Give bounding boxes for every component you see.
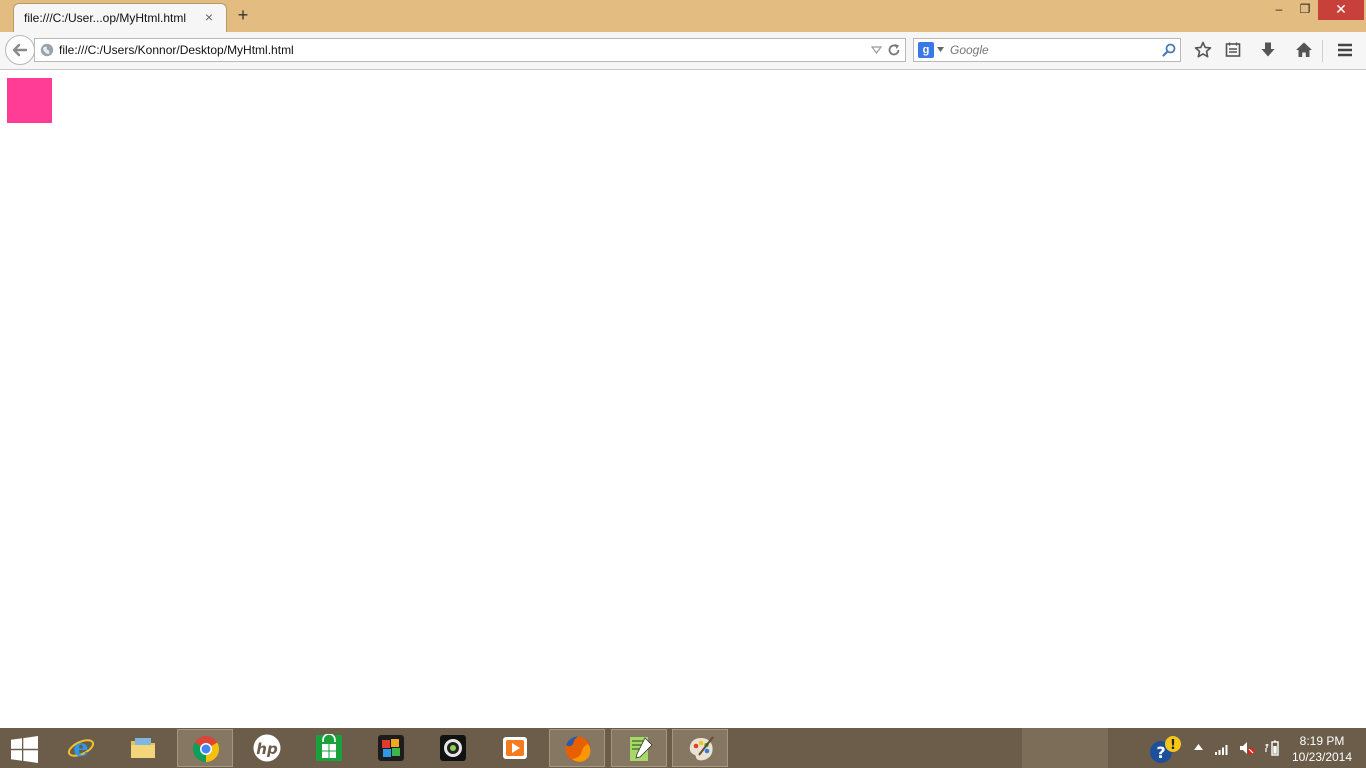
minimize-button[interactable]: – xyxy=(1266,0,1292,20)
folder-icon xyxy=(131,738,155,758)
taskbar-highlight xyxy=(1022,728,1108,768)
chevron-down-icon[interactable] xyxy=(937,47,944,52)
notepad-icon xyxy=(630,737,653,761)
taskbar-windows-store[interactable] xyxy=(301,729,357,767)
windows-logo-icon xyxy=(11,736,38,763)
svg-text:hp: hp xyxy=(256,740,278,758)
volume-muted-icon[interactable] xyxy=(1239,740,1255,756)
reading-list-icon[interactable] xyxy=(1224,41,1242,59)
page-content xyxy=(0,71,1366,728)
tab-title: file:///C:/User...op/MyHtml.html xyxy=(24,11,187,25)
webcam-icon xyxy=(440,735,466,761)
taskbar-file-explorer[interactable] xyxy=(115,729,171,767)
clock-time: 8:19 PM xyxy=(1299,734,1345,748)
search-placeholder[interactable]: Google xyxy=(950,43,989,57)
paint-palette-icon xyxy=(689,736,714,761)
restore-button[interactable]: ❐ xyxy=(1292,0,1318,20)
search-icon[interactable] xyxy=(1162,43,1176,57)
system-clock[interactable]: 8:19 PM 10/23/2014 xyxy=(1282,733,1362,765)
taskbar-camera-app[interactable] xyxy=(425,729,481,767)
video-play-icon xyxy=(503,737,527,759)
hp-logo-icon: hp xyxy=(253,734,281,762)
dropmarker-icon[interactable] xyxy=(871,45,882,55)
chevron-up-icon[interactable] xyxy=(1194,743,1203,750)
search-bar[interactable]: g Google xyxy=(913,38,1181,62)
browser-tab[interactable]: file:///C:/User...op/MyHtml.html × xyxy=(13,3,227,32)
svg-text:e: e xyxy=(73,734,88,762)
pink-square xyxy=(7,78,52,123)
google-logo-icon[interactable]: g xyxy=(918,42,934,58)
taskbar-firefox[interactable] xyxy=(549,729,605,767)
navigation-toolbar: file:///C:/Users/Konnor/Desktop/MyHtml.h… xyxy=(0,32,1366,70)
start-button[interactable] xyxy=(0,729,56,767)
globe-icon xyxy=(40,43,54,57)
taskbar-paint[interactable] xyxy=(672,729,728,767)
download-icon[interactable] xyxy=(1259,41,1277,59)
internet-explorer-icon: e xyxy=(67,734,95,762)
network-signal-icon[interactable] xyxy=(1214,740,1230,756)
taskbar-notepad-plus-plus[interactable] xyxy=(611,729,667,767)
svg-text:?: ? xyxy=(1156,743,1165,762)
close-window-button[interactable]: ✕ xyxy=(1318,0,1364,20)
colorful-puzzle-icon xyxy=(378,735,404,761)
title-bar: file:///C:/User...op/MyHtml.html × + – ❐… xyxy=(0,0,1366,32)
taskbar-video-app[interactable] xyxy=(487,729,543,767)
menu-icon[interactable] xyxy=(1336,41,1354,59)
reload-icon[interactable] xyxy=(887,43,901,57)
battery-power-icon[interactable] xyxy=(1264,740,1280,756)
action-center-warning-icon[interactable]: ? ! xyxy=(1148,735,1182,765)
back-button[interactable] xyxy=(5,35,35,65)
star-icon[interactable] xyxy=(1194,41,1212,59)
taskbar-hp[interactable]: hp xyxy=(239,729,295,767)
toolbar-separator xyxy=(1322,40,1323,62)
clock-date: 10/23/2014 xyxy=(1291,750,1353,764)
taskbar: e hp ? ! 8:19 PM 10/23/2014 xyxy=(0,728,1366,768)
url-text[interactable]: file:///C:/Users/Konnor/Desktop/MyHtml.h… xyxy=(59,43,294,57)
store-icon xyxy=(316,734,342,761)
firefox-icon xyxy=(565,736,591,762)
url-bar[interactable]: file:///C:/Users/Konnor/Desktop/MyHtml.h… xyxy=(34,38,906,62)
svg-text:!: ! xyxy=(1170,738,1176,753)
taskbar-chrome[interactable] xyxy=(177,729,233,767)
chrome-icon xyxy=(192,736,220,763)
taskbar-media-app[interactable] xyxy=(363,729,419,767)
home-icon[interactable] xyxy=(1295,41,1313,59)
taskbar-internet-explorer[interactable]: e xyxy=(53,729,109,767)
back-arrow-icon xyxy=(12,43,28,57)
new-tab-button[interactable]: + xyxy=(234,6,252,24)
tab-close-icon[interactable]: × xyxy=(202,10,216,24)
